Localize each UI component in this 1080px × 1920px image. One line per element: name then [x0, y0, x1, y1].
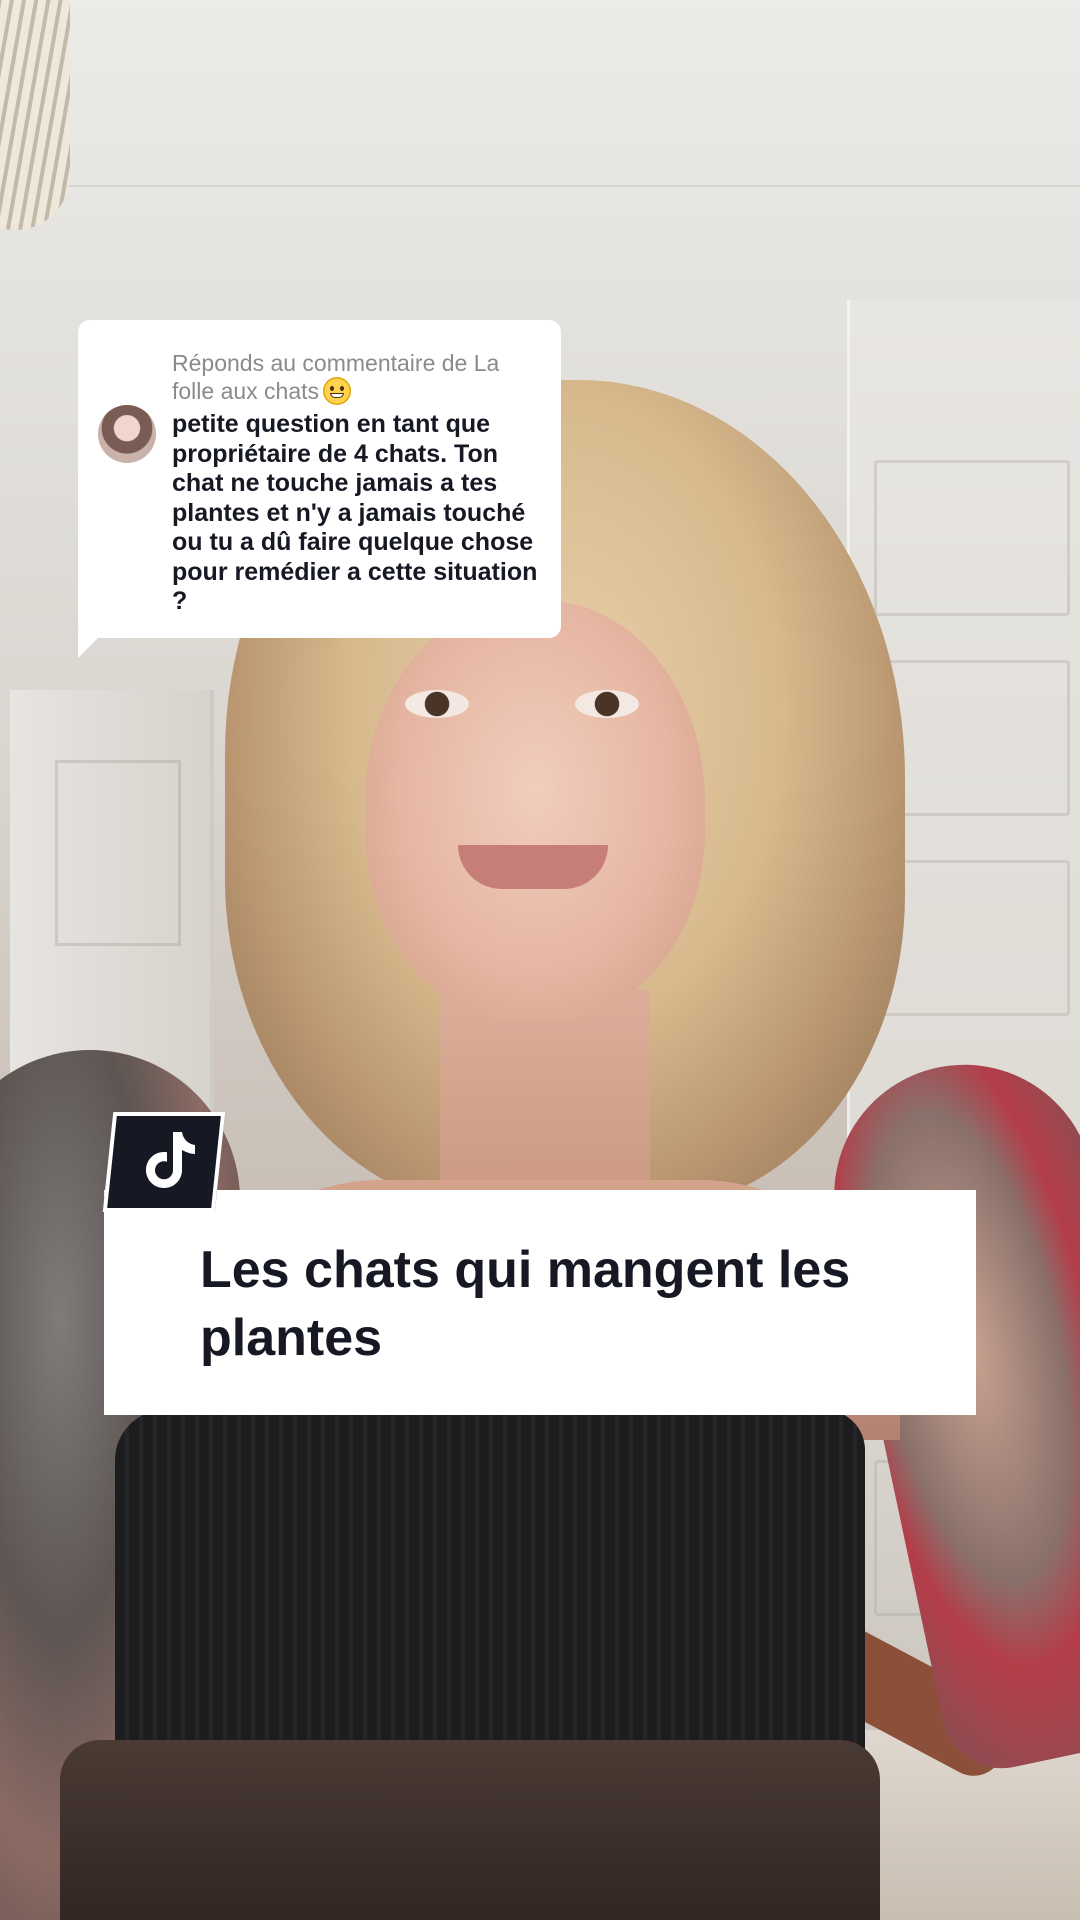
wall-panel — [874, 460, 1070, 616]
title-card-text: Les chats qui mangent les plantes — [200, 1241, 851, 1367]
ceiling-edge — [0, 185, 1080, 187]
tiktok-logo-icon — [146, 1132, 195, 1188]
reply-bubble-tail — [78, 630, 106, 658]
person-face — [365, 600, 705, 1020]
person-eye-right — [575, 690, 639, 718]
reply-comment-header: Réponds au commentaire de La folle aux c… — [172, 350, 547, 405]
dark-pants — [60, 1740, 880, 1920]
video-frame[interactable]: Réponds au commentaire de La folle aux c… — [0, 0, 1080, 1920]
grinning-face-icon — [323, 377, 352, 405]
person-eye-left — [405, 690, 469, 718]
reply-comment-text: petite question en tant que propriétaire… — [172, 410, 538, 615]
person-mouth — [458, 845, 608, 889]
pendant-lamp — [0, 0, 70, 230]
commenter-avatar[interactable] — [98, 405, 156, 463]
